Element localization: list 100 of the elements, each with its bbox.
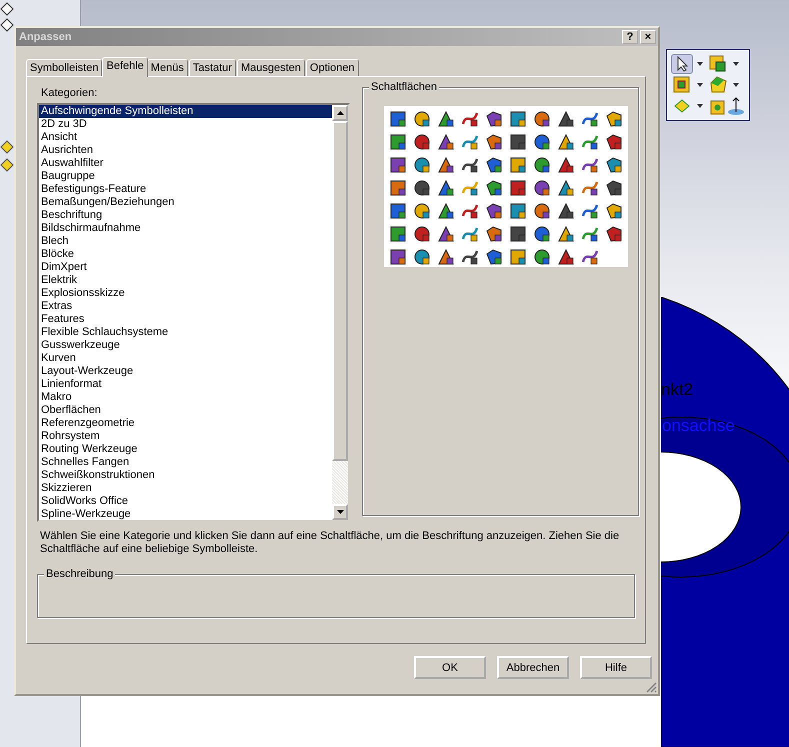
command-icon[interactable] bbox=[389, 202, 407, 220]
dropdown-caret-icon[interactable] bbox=[697, 82, 703, 87]
command-icon[interactable] bbox=[485, 225, 503, 243]
command-icon[interactable] bbox=[461, 133, 479, 151]
select-button[interactable] bbox=[671, 54, 693, 74]
command-icon[interactable] bbox=[485, 179, 503, 197]
category-item[interactable]: Befestigungs-Feature bbox=[39, 183, 332, 196]
command-icon[interactable] bbox=[389, 110, 407, 128]
command-icon[interactable] bbox=[509, 225, 527, 243]
category-item[interactable]: DimXpert bbox=[39, 261, 332, 274]
command-icon[interactable] bbox=[533, 248, 551, 266]
command-icon[interactable] bbox=[509, 133, 527, 151]
command-icon[interactable] bbox=[533, 110, 551, 128]
command-icon[interactable] bbox=[485, 156, 503, 174]
command-icon[interactable] bbox=[413, 202, 431, 220]
category-item[interactable]: Blöcke bbox=[39, 248, 332, 261]
category-item[interactable]: Flexible Schlauchsysteme bbox=[39, 326, 332, 339]
command-icon[interactable] bbox=[605, 133, 623, 151]
command-icon[interactable] bbox=[557, 248, 575, 266]
category-item[interactable]: Schnelles Fangen bbox=[39, 456, 332, 469]
command-icon[interactable] bbox=[413, 133, 431, 151]
category-item[interactable]: Kurven bbox=[39, 352, 332, 365]
command-icon[interactable] bbox=[485, 133, 503, 151]
command-icon[interactable] bbox=[605, 156, 623, 174]
category-item[interactable]: Oberflächen bbox=[39, 404, 332, 417]
category-item[interactable]: Ansicht bbox=[39, 131, 332, 144]
command-icon[interactable] bbox=[485, 248, 503, 266]
command-icon[interactable] bbox=[437, 179, 455, 197]
scroll-up-button[interactable] bbox=[332, 105, 348, 121]
category-item[interactable]: Explosionsskizze bbox=[39, 287, 332, 300]
command-icon[interactable] bbox=[557, 225, 575, 243]
command-icon[interactable] bbox=[557, 156, 575, 174]
command-icon[interactable] bbox=[437, 156, 455, 174]
command-icon[interactable] bbox=[437, 110, 455, 128]
command-icon[interactable] bbox=[605, 225, 623, 243]
command-icon[interactable] bbox=[413, 248, 431, 266]
dialog-button[interactable]: Abbrechen bbox=[497, 656, 569, 679]
tab[interactable]: Tastatur bbox=[188, 59, 236, 76]
command-icon[interactable] bbox=[581, 110, 599, 128]
command-icon[interactable] bbox=[437, 133, 455, 151]
help-button[interactable]: ? bbox=[622, 30, 638, 44]
command-icon[interactable] bbox=[413, 225, 431, 243]
dropdown-caret-icon[interactable] bbox=[697, 104, 703, 108]
close-button[interactable]: × bbox=[640, 30, 656, 44]
command-icon[interactable] bbox=[581, 248, 599, 266]
command-icon[interactable] bbox=[461, 110, 479, 128]
category-item[interactable]: Gusswerkzeuge bbox=[39, 339, 332, 352]
command-icon[interactable] bbox=[581, 133, 599, 151]
command-icon[interactable] bbox=[533, 225, 551, 243]
category-item[interactable]: Referenzgeometrie bbox=[39, 417, 332, 430]
category-item[interactable]: Layout-Werkzeuge bbox=[39, 365, 332, 378]
scroll-down-button[interactable] bbox=[332, 504, 348, 520]
scroll-thumb[interactable] bbox=[332, 121, 348, 461]
command-icon[interactable] bbox=[461, 202, 479, 220]
category-item[interactable]: Routing Werkzeuge bbox=[39, 443, 332, 456]
command-icon[interactable] bbox=[509, 179, 527, 197]
command-icon[interactable] bbox=[413, 110, 431, 128]
command-icon[interactable] bbox=[557, 179, 575, 197]
command-icon[interactable] bbox=[605, 110, 623, 128]
command-icon[interactable] bbox=[389, 156, 407, 174]
command-icon[interactable] bbox=[389, 225, 407, 243]
resize-grip-icon[interactable] bbox=[646, 682, 657, 693]
command-icon[interactable] bbox=[509, 248, 527, 266]
axis-icon[interactable] bbox=[726, 96, 746, 116]
category-item[interactable]: Bildschirmaufnahme bbox=[39, 222, 332, 235]
category-item[interactable]: Extras bbox=[39, 300, 332, 313]
command-icon[interactable] bbox=[509, 156, 527, 174]
command-icon[interactable] bbox=[533, 156, 551, 174]
category-item[interactable]: SolidWorks Office bbox=[39, 495, 332, 508]
command-icon[interactable] bbox=[557, 202, 575, 220]
category-item[interactable]: Linienformat bbox=[39, 378, 332, 391]
dropdown-caret-icon[interactable] bbox=[733, 82, 739, 87]
command-icon[interactable] bbox=[461, 156, 479, 174]
category-item[interactable]: Schweißkonstruktionen bbox=[39, 469, 332, 482]
command-icon[interactable] bbox=[437, 202, 455, 220]
command-icon[interactable] bbox=[533, 133, 551, 151]
command-icon[interactable] bbox=[437, 248, 455, 266]
category-item[interactable]: Auswahlfilter bbox=[39, 157, 332, 170]
command-icon[interactable] bbox=[485, 202, 503, 220]
command-icon[interactable] bbox=[605, 179, 623, 197]
category-item[interactable]: Elektrik bbox=[39, 274, 332, 287]
category-item[interactable]: Skizzieren bbox=[39, 482, 332, 495]
category-item[interactable]: Blech bbox=[39, 235, 332, 248]
command-icon[interactable] bbox=[461, 225, 479, 243]
command-icon[interactable] bbox=[413, 156, 431, 174]
command-icon[interactable] bbox=[389, 179, 407, 197]
tab[interactable]: Mausgesten bbox=[236, 59, 305, 76]
category-item[interactable]: Rohrsystem bbox=[39, 430, 332, 443]
category-item[interactable]: Aufschwingende Symbolleisten bbox=[39, 105, 332, 118]
category-item[interactable]: Makro bbox=[39, 391, 332, 404]
category-item[interactable]: 2D zu 3D bbox=[39, 118, 332, 131]
tab[interactable]: Optionen bbox=[306, 59, 359, 76]
dropdown-caret-icon[interactable] bbox=[697, 62, 703, 66]
box-icon[interactable] bbox=[708, 54, 728, 74]
category-item[interactable]: Bemaßungen/Beziehungen bbox=[39, 196, 332, 209]
command-icon[interactable] bbox=[581, 179, 599, 197]
scrollbar[interactable] bbox=[332, 105, 348, 520]
command-icon[interactable] bbox=[389, 133, 407, 151]
command-icon[interactable] bbox=[413, 179, 431, 197]
category-item[interactable]: Spline-Werkzeuge bbox=[39, 508, 332, 521]
